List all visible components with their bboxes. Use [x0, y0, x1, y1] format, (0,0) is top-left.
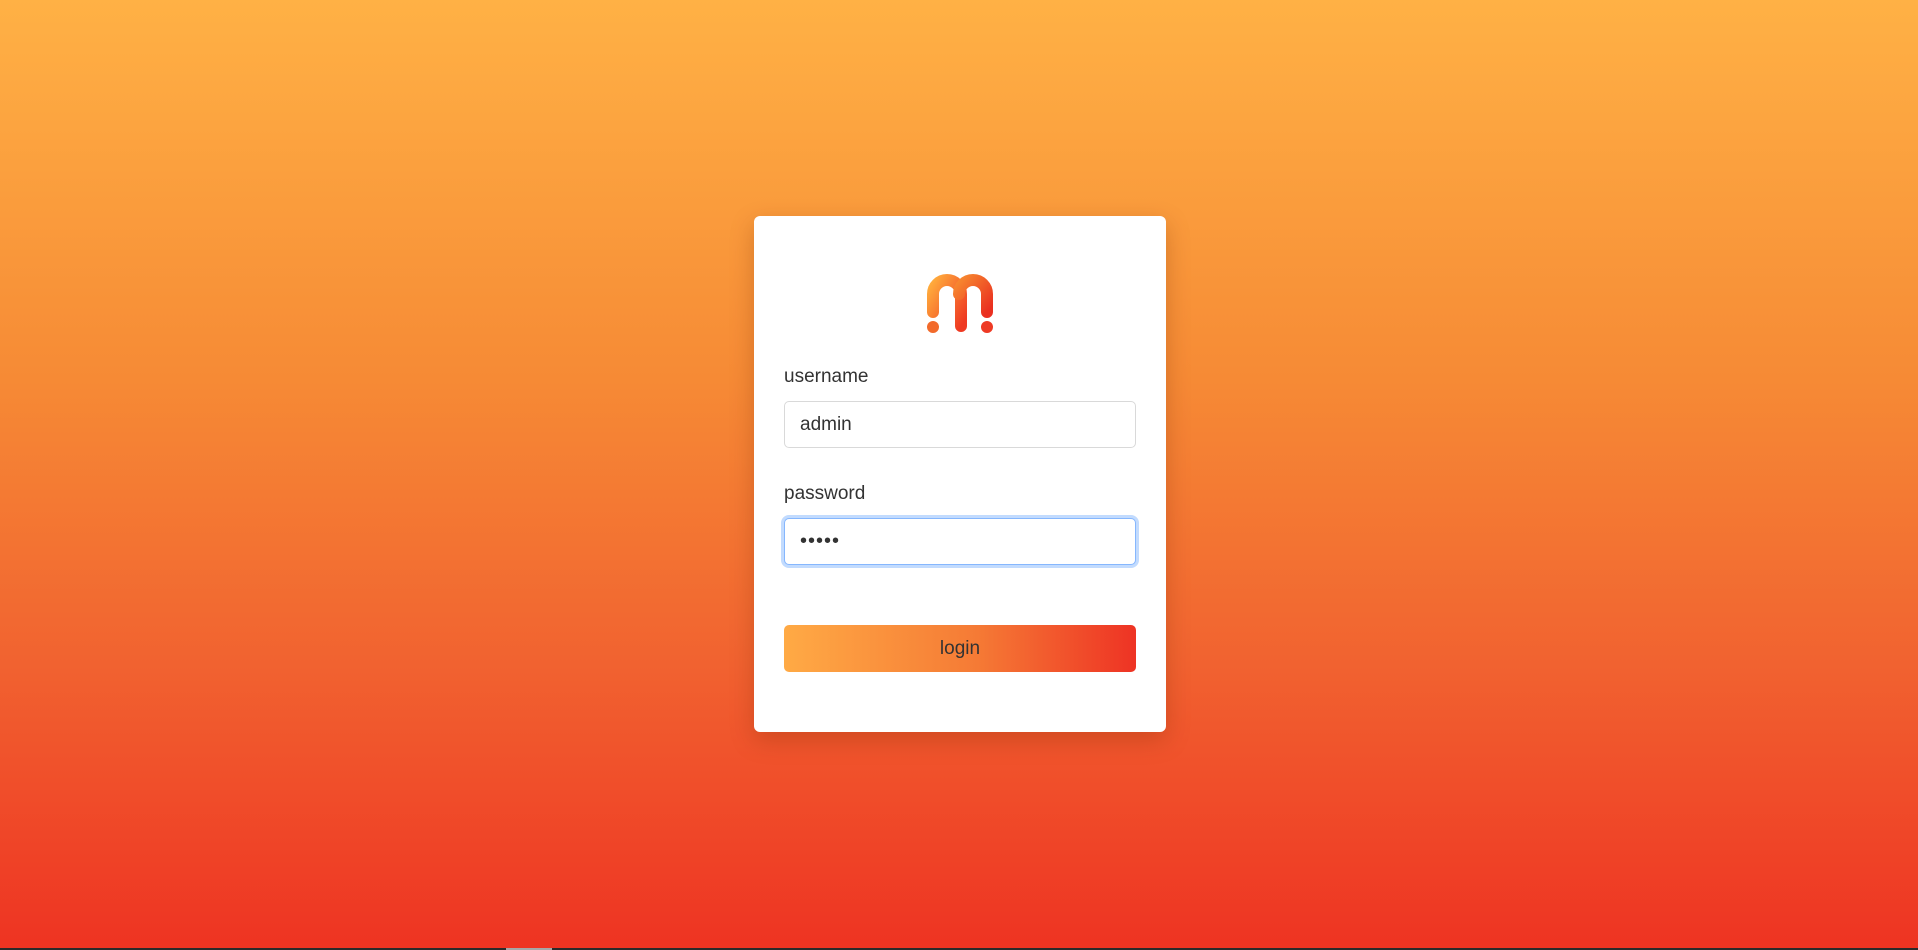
logo [754, 274, 1166, 334]
username-label: username [784, 366, 869, 387]
username-input[interactable] [784, 401, 1136, 448]
password-label: password [784, 483, 866, 504]
login-button[interactable]: login [784, 625, 1136, 672]
password-input[interactable] [784, 518, 1136, 565]
m-logo-icon [927, 274, 993, 333]
login-page: { "brand": { "logo_icon": "m-logo-icon",… [0, 0, 1918, 950]
login-card: username password login [754, 216, 1166, 732]
